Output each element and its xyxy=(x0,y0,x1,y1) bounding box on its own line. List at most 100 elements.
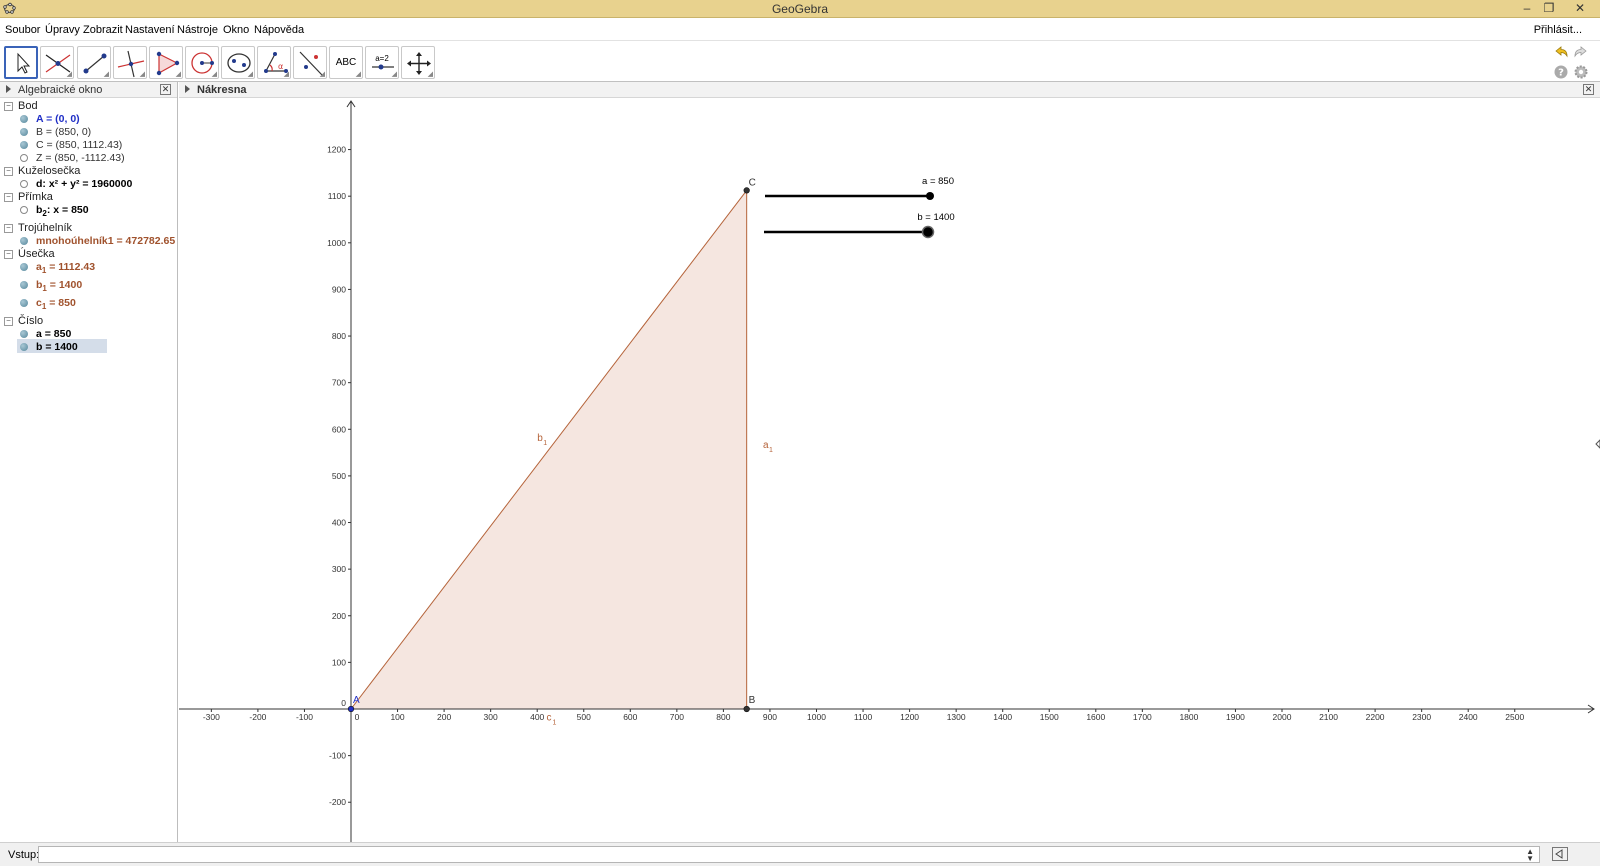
category-3[interactable]: − Trojúhelník xyxy=(4,222,72,234)
circle-tool-button[interactable]: ◢ xyxy=(185,46,219,79)
visibility-toggle-icon[interactable] xyxy=(20,237,28,245)
point-B[interactable] xyxy=(743,705,750,713)
x-tick-label: 500 xyxy=(577,712,591,722)
x-tick-label: 2400 xyxy=(1459,712,1478,722)
visibility-toggle-icon[interactable] xyxy=(20,206,28,214)
help-icon[interactable]: ? xyxy=(1553,64,1569,80)
point-A[interactable] xyxy=(347,705,355,713)
point-C[interactable] xyxy=(743,187,750,194)
restore-button[interactable]: ❐ xyxy=(1536,0,1562,18)
algebra-item-text: mnohoúhelník1 = 472782.65 xyxy=(36,235,176,247)
slider-tool-button[interactable]: a=2 ◢ xyxy=(365,46,399,79)
y-tick-label: 200 xyxy=(332,611,346,621)
algebra-item-text: B = (850, 0) xyxy=(36,126,92,138)
collapse-arrow-icon[interactable] xyxy=(6,85,11,93)
category-0[interactable]: − Bod xyxy=(4,100,38,112)
input-field[interactable]: ▲ ▼ xyxy=(38,846,1540,863)
menu-zobrazit[interactable]: Zobrazit xyxy=(83,24,123,36)
category-4[interactable]: − Úsečka xyxy=(4,248,55,260)
algebra-item[interactable]: b = 1400 xyxy=(20,341,78,353)
menu-nastroje[interactable]: Nástroje xyxy=(177,24,218,36)
svg-text:?: ? xyxy=(1558,68,1564,79)
collapse-toggle-icon[interactable]: − xyxy=(4,250,13,259)
redo-icon[interactable] xyxy=(1573,44,1589,60)
graphics-view-header: Nákresna ✕ xyxy=(179,82,1600,98)
category-2[interactable]: − Přímka xyxy=(4,191,53,203)
move-graphics-tool-button[interactable]: ◢ xyxy=(401,46,435,79)
line-tool-button[interactable]: ◢ xyxy=(77,46,111,79)
algebra-item[interactable]: c1 = 850 xyxy=(20,297,76,311)
visibility-toggle-icon[interactable] xyxy=(20,263,28,271)
algebra-item[interactable]: a1 = 1112.43 xyxy=(20,261,95,275)
algebra-item[interactable]: Z = (850, -1112.43) xyxy=(20,152,125,164)
undo-icon[interactable] xyxy=(1553,44,1569,60)
x-tick-label: 1800 xyxy=(1179,712,1198,722)
slider-knob-1[interactable] xyxy=(921,225,935,239)
slider-knob-0[interactable] xyxy=(926,192,934,200)
close-panel-icon[interactable]: ✕ xyxy=(1583,84,1594,95)
move-tool-button[interactable] xyxy=(4,46,38,79)
login-link[interactable]: Přihlásit... xyxy=(1534,24,1582,36)
x-tick-label: 1600 xyxy=(1086,712,1105,722)
settings-gear-icon[interactable] xyxy=(1573,64,1589,80)
collapse-toggle-icon[interactable]: − xyxy=(4,317,13,326)
close-button[interactable]: ✕ xyxy=(1560,0,1600,18)
visibility-toggle-icon[interactable] xyxy=(20,180,28,188)
close-panel-icon[interactable]: ✕ xyxy=(160,84,171,95)
ellipse-tool-button[interactable]: ◢ xyxy=(221,46,255,79)
collapse-toggle-icon[interactable]: − xyxy=(4,167,13,176)
point-label: B xyxy=(749,695,756,706)
y-tick-label: 0 xyxy=(341,698,346,708)
menu-soubor[interactable]: Soubor xyxy=(5,24,40,36)
x-tick-label: 0 xyxy=(355,712,360,722)
x-tick-label: 2500 xyxy=(1505,712,1524,722)
segment-label-subscript: 1 xyxy=(543,440,547,447)
algebra-item-text: A = (0, 0) xyxy=(36,113,80,125)
algebra-item[interactable]: C = (850, 1112.43) xyxy=(20,139,122,151)
point-tool-button[interactable]: ◢ xyxy=(40,46,74,79)
category-5[interactable]: − Číslo xyxy=(4,315,43,327)
menu-okno[interactable]: Okno xyxy=(223,24,249,36)
visibility-toggle-icon[interactable] xyxy=(20,141,28,149)
menu-upravy[interactable]: Úpravy xyxy=(45,24,80,36)
algebra-item-rest: = 1400 xyxy=(46,279,83,291)
angle-tool-button[interactable]: α ◢ xyxy=(257,46,291,79)
menu-nastaveni[interactable]: Nastavení xyxy=(125,24,175,36)
visibility-toggle-icon[interactable] xyxy=(20,115,28,123)
input-bar: Vstup: ▲ ▼ xyxy=(0,842,1600,866)
algebra-item[interactable]: mnohoúhelník1 = 472782.65 xyxy=(20,235,175,247)
perpendicular-line-tool-button[interactable]: ◢ xyxy=(113,46,147,79)
collapse-toggle-icon[interactable]: − xyxy=(4,193,13,202)
category-1[interactable]: − Kuželosečka xyxy=(4,165,80,177)
polygon-tool-button[interactable]: ◢ xyxy=(149,46,183,79)
visibility-toggle-icon[interactable] xyxy=(20,154,28,162)
expand-panel-icon[interactable] xyxy=(1595,439,1600,449)
collapse-toggle-icon[interactable]: − xyxy=(4,224,13,233)
visibility-toggle-icon[interactable] xyxy=(20,299,28,307)
collapse-toggle-icon[interactable]: − xyxy=(4,102,13,111)
x-tick-label: 1700 xyxy=(1133,712,1152,722)
visibility-toggle-icon[interactable] xyxy=(20,128,28,136)
x-tick-label: 700 xyxy=(670,712,684,722)
visibility-toggle-icon[interactable] xyxy=(20,330,28,338)
history-spinner-icon[interactable]: ▲ ▼ xyxy=(1526,848,1534,863)
y-tick-label: 900 xyxy=(332,284,346,294)
algebra-item[interactable]: b2: x = 850 xyxy=(20,204,89,218)
reflect-tool-button[interactable]: ◢ xyxy=(293,46,327,79)
menu-napoveda[interactable]: Nápověda xyxy=(254,24,304,36)
keyboard-toggle-icon[interactable] xyxy=(1552,847,1568,861)
x-tick-label: 1200 xyxy=(900,712,919,722)
collapse-arrow-icon[interactable] xyxy=(185,85,190,93)
algebra-item[interactable]: b1 = 1400 xyxy=(20,279,82,293)
point-label: A xyxy=(353,695,360,706)
algebra-item[interactable]: A = (0, 0) xyxy=(20,113,80,125)
visibility-toggle-icon[interactable] xyxy=(20,343,28,351)
y-tick-label: 1200 xyxy=(327,145,346,155)
algebra-item-rest: : x = 850 xyxy=(46,204,89,216)
algebra-item[interactable]: d: x² + y² = 1960000 xyxy=(20,178,132,190)
visibility-toggle-icon[interactable] xyxy=(20,281,28,289)
algebra-item-text: b = 1400 xyxy=(36,341,78,353)
drawing-canvas[interactable]: -300 -200 -100 0 100 200 300 400 500 600 700 800 900… xyxy=(179,99,1600,842)
text-tool-button[interactable]: ABC ◢ xyxy=(329,46,363,79)
algebra-item[interactable]: B = (850, 0) xyxy=(20,126,91,138)
